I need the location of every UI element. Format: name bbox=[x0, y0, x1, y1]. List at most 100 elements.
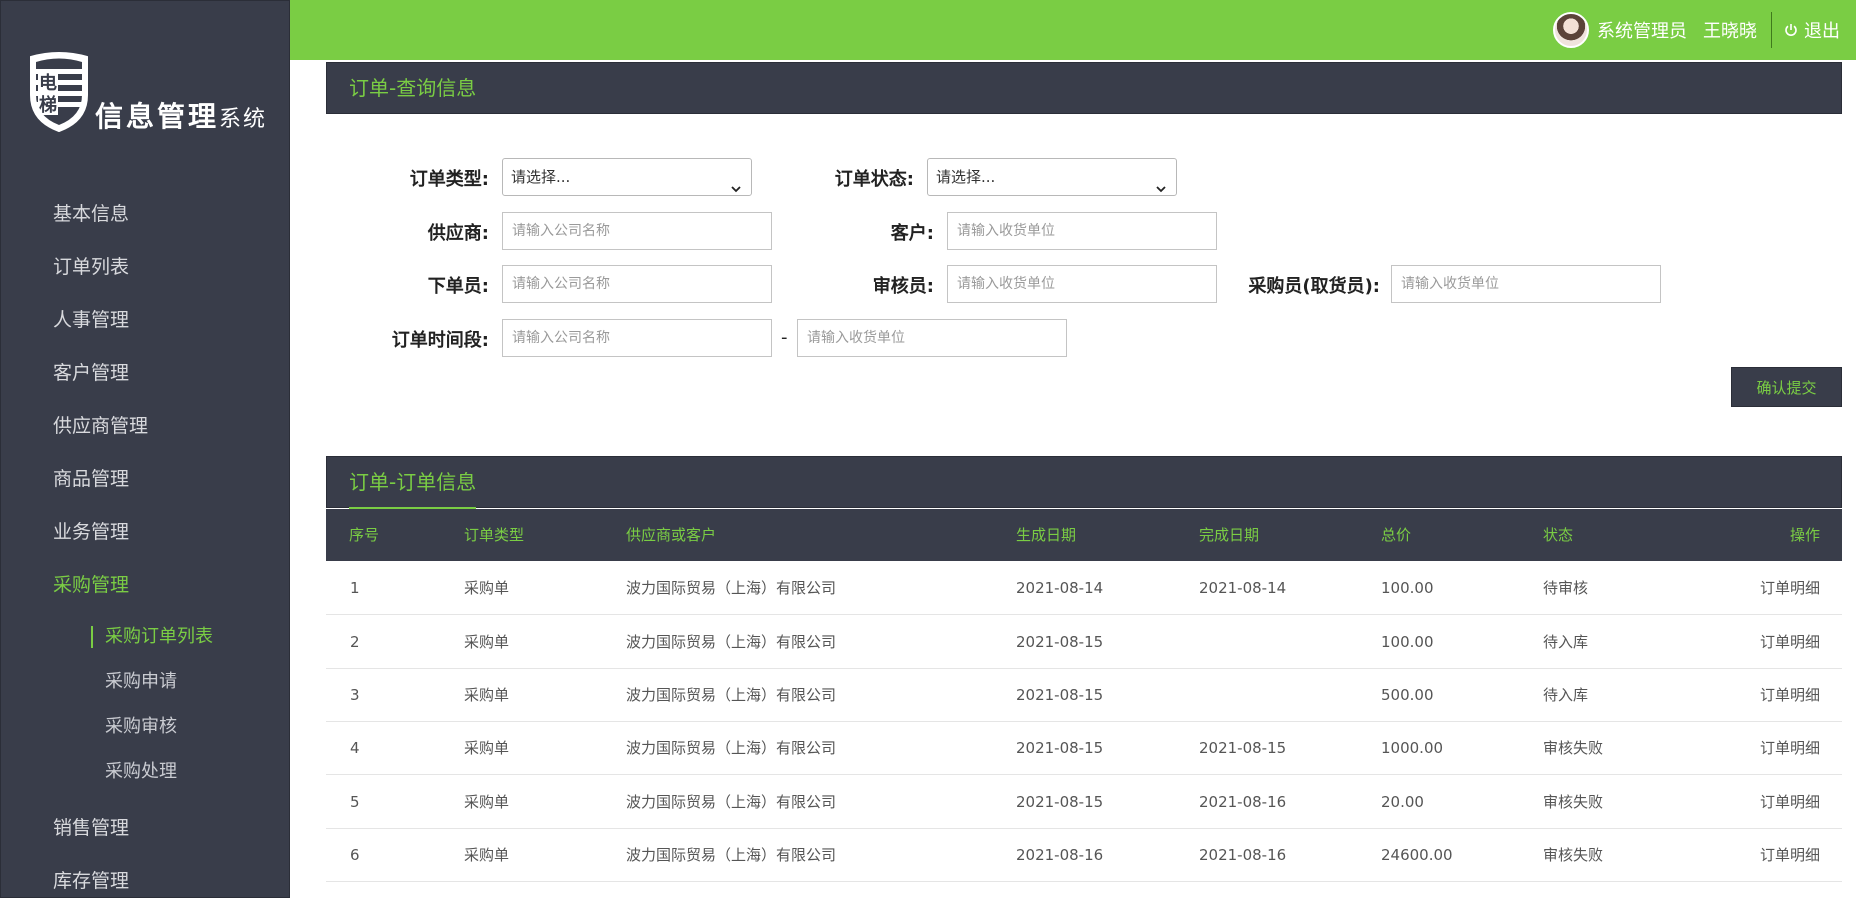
cell-no: 6 bbox=[350, 846, 360, 864]
sidebar-item-order-list[interactable]: 订单列表 bbox=[1, 241, 289, 294]
column-header-created: 生成日期 bbox=[1016, 526, 1077, 544]
submit-button[interactable]: 确认提交 bbox=[1731, 367, 1842, 407]
cell-total: 500.00 bbox=[1381, 686, 1434, 704]
order-status-label: 订单状态: bbox=[834, 169, 914, 190]
app-logo: 电梯 信息管理系统 bbox=[27, 51, 277, 139]
orderer-input[interactable] bbox=[502, 265, 772, 303]
order-detail-link[interactable]: 订单明细 bbox=[1760, 776, 1820, 829]
cell-total: 100.00 bbox=[1381, 579, 1434, 597]
header-divider bbox=[1771, 12, 1772, 48]
cell-type: 采购单 bbox=[464, 633, 510, 651]
chevron-down-icon bbox=[1156, 171, 1166, 193]
sidebar-item-purchase[interactable]: 采购管理 bbox=[1, 559, 289, 612]
table-row: 1 采购单 波力国际贸易（上海）有限公司 2021-08-14 2021-08-… bbox=[326, 562, 1842, 615]
cell-party: 波力国际贸易（上海）有限公司 bbox=[626, 739, 837, 757]
query-panel-header: 订单-查询信息 bbox=[326, 62, 1842, 114]
column-header-status: 状态 bbox=[1543, 526, 1574, 544]
cell-no: 3 bbox=[350, 686, 360, 704]
user-name[interactable]: 王晓晓 bbox=[1703, 17, 1757, 43]
customer-label: 客户: bbox=[890, 223, 934, 244]
order-detail-link[interactable]: 订单明细 bbox=[1760, 722, 1820, 775]
sidebar-item-products[interactable]: 商品管理 bbox=[1, 453, 289, 506]
sidebar-subitem-purchase-request[interactable]: 采购申请 bbox=[1, 659, 289, 704]
cell-status: 待入库 bbox=[1543, 686, 1589, 704]
period-separator: - bbox=[781, 327, 788, 348]
sidebar-item-customers[interactable]: 客户管理 bbox=[1, 347, 289, 400]
sidebar-item-sales[interactable]: 销售管理 bbox=[1, 802, 289, 855]
cell-created: 2021-08-15 bbox=[1016, 739, 1104, 757]
chevron-down-icon bbox=[731, 171, 741, 193]
orderer-label: 下单员: bbox=[427, 276, 489, 297]
cell-type: 采购单 bbox=[464, 579, 510, 597]
cell-status: 审核失败 bbox=[1543, 846, 1604, 864]
order-detail-link[interactable]: 订单明细 bbox=[1760, 829, 1820, 882]
cell-no: 2 bbox=[350, 633, 360, 651]
sidebar-nav: 基本信息 订单列表 人事管理 客户管理 供应商管理 商品管理 业务管理 采购管理… bbox=[1, 188, 289, 897]
buyer-input[interactable] bbox=[1391, 265, 1661, 303]
purchase-submenu: 采购订单列表 采购申请 采购审核 采购处理 bbox=[1, 612, 289, 794]
logo-title: 信息管理系统 bbox=[95, 95, 267, 135]
avatar[interactable] bbox=[1553, 12, 1589, 48]
order-detail-link[interactable]: 订单明细 bbox=[1760, 669, 1820, 722]
sidebar: 电梯 信息管理系统 基本信息 订单列表 人事管理 客户管理 供应商管理 商品管理… bbox=[0, 0, 290, 898]
column-header-completed: 完成日期 bbox=[1199, 526, 1260, 544]
sidebar-subitem-purchase-process[interactable]: 采购处理 bbox=[1, 749, 289, 794]
logo-seal-text: 电梯 bbox=[39, 73, 57, 116]
sidebar-item-inventory[interactable]: 库存管理 bbox=[1, 855, 289, 897]
orders-table-header: 序号 订单类型 供应商或客户 生成日期 完成日期 总价 状态 操作 bbox=[326, 509, 1842, 561]
cell-completed: 2021-08-14 bbox=[1199, 579, 1287, 597]
order-type-select[interactable]: 请选择... bbox=[502, 158, 752, 196]
table-row: 4 采购单 波力国际贸易（上海）有限公司 2021-08-15 2021-08-… bbox=[326, 722, 1842, 775]
period-end-input[interactable] bbox=[797, 319, 1067, 357]
table-row: 2 采购单 波力国际贸易（上海）有限公司 2021-08-15 100.00 待… bbox=[326, 616, 1842, 669]
cell-party: 波力国际贸易（上海）有限公司 bbox=[626, 686, 837, 704]
orders-panel-title: 订单-订单信息 bbox=[349, 457, 477, 509]
cell-status: 审核失败 bbox=[1543, 739, 1604, 757]
order-detail-link[interactable]: 订单明细 bbox=[1760, 562, 1820, 615]
query-panel-title: 订单-查询信息 bbox=[349, 76, 477, 100]
cell-no: 1 bbox=[350, 579, 360, 597]
auditor-input[interactable] bbox=[947, 265, 1217, 303]
order-type-value: 请选择... bbox=[511, 168, 571, 186]
cell-no: 5 bbox=[350, 793, 360, 811]
sidebar-subitem-purchase-audit[interactable]: 采购审核 bbox=[1, 704, 289, 749]
column-header-action: 操作 bbox=[1789, 526, 1820, 544]
orders-panel-header: 订单-订单信息 bbox=[326, 456, 1842, 509]
sidebar-subitem-purchase-orders[interactable]: 采购订单列表 bbox=[1, 614, 289, 659]
order-status-select[interactable]: 请选择... bbox=[927, 158, 1177, 196]
cell-type: 采购单 bbox=[464, 793, 510, 811]
cell-total: 100.00 bbox=[1381, 633, 1434, 651]
sidebar-item-business[interactable]: 业务管理 bbox=[1, 506, 289, 559]
table-row: 6 采购单 波力国际贸易（上海）有限公司 2021-08-16 2021-08-… bbox=[326, 829, 1842, 882]
cell-created: 2021-08-16 bbox=[1016, 846, 1104, 864]
column-header-total: 总价 bbox=[1381, 526, 1412, 544]
cell-type: 采购单 bbox=[464, 686, 510, 704]
cell-created: 2021-08-15 bbox=[1016, 686, 1104, 704]
shield-logo-icon bbox=[30, 52, 88, 133]
cell-created: 2021-08-15 bbox=[1016, 633, 1104, 651]
cell-total: 24600.00 bbox=[1381, 846, 1453, 864]
sidebar-item-suppliers[interactable]: 供应商管理 bbox=[1, 400, 289, 453]
column-header-no: 序号 bbox=[349, 526, 380, 544]
auditor-label: 审核员: bbox=[872, 276, 934, 297]
table-row: 3 采购单 波力国际贸易（上海）有限公司 2021-08-15 500.00 待… bbox=[326, 669, 1842, 722]
cell-status: 审核失败 bbox=[1543, 793, 1604, 811]
supplier-input[interactable] bbox=[502, 212, 772, 250]
order-detail-link[interactable]: 订单明细 bbox=[1760, 616, 1820, 669]
logo-title-small: 系统 bbox=[219, 107, 268, 132]
table-row: 5 采购单 波力国际贸易（上海）有限公司 2021-08-15 2021-08-… bbox=[326, 776, 1842, 829]
cell-created: 2021-08-14 bbox=[1016, 579, 1104, 597]
cell-completed: 2021-08-15 bbox=[1199, 739, 1287, 757]
sidebar-item-hr[interactable]: 人事管理 bbox=[1, 294, 289, 347]
user-area: 系统管理员 王晓晓 退出 bbox=[1553, 0, 1856, 60]
logout-button[interactable]: 退出 bbox=[1784, 17, 1840, 43]
cell-created: 2021-08-15 bbox=[1016, 793, 1104, 811]
column-header-party: 供应商或客户 bbox=[626, 526, 717, 544]
top-bar: 系统管理员 王晓晓 退出 bbox=[290, 0, 1856, 60]
cell-no: 4 bbox=[350, 739, 360, 757]
customer-input[interactable] bbox=[947, 212, 1217, 250]
period-start-input[interactable] bbox=[502, 319, 772, 357]
cell-completed: 2021-08-16 bbox=[1199, 793, 1287, 811]
user-role: 系统管理员 bbox=[1597, 21, 1687, 42]
sidebar-item-basic-info[interactable]: 基本信息 bbox=[1, 188, 289, 241]
